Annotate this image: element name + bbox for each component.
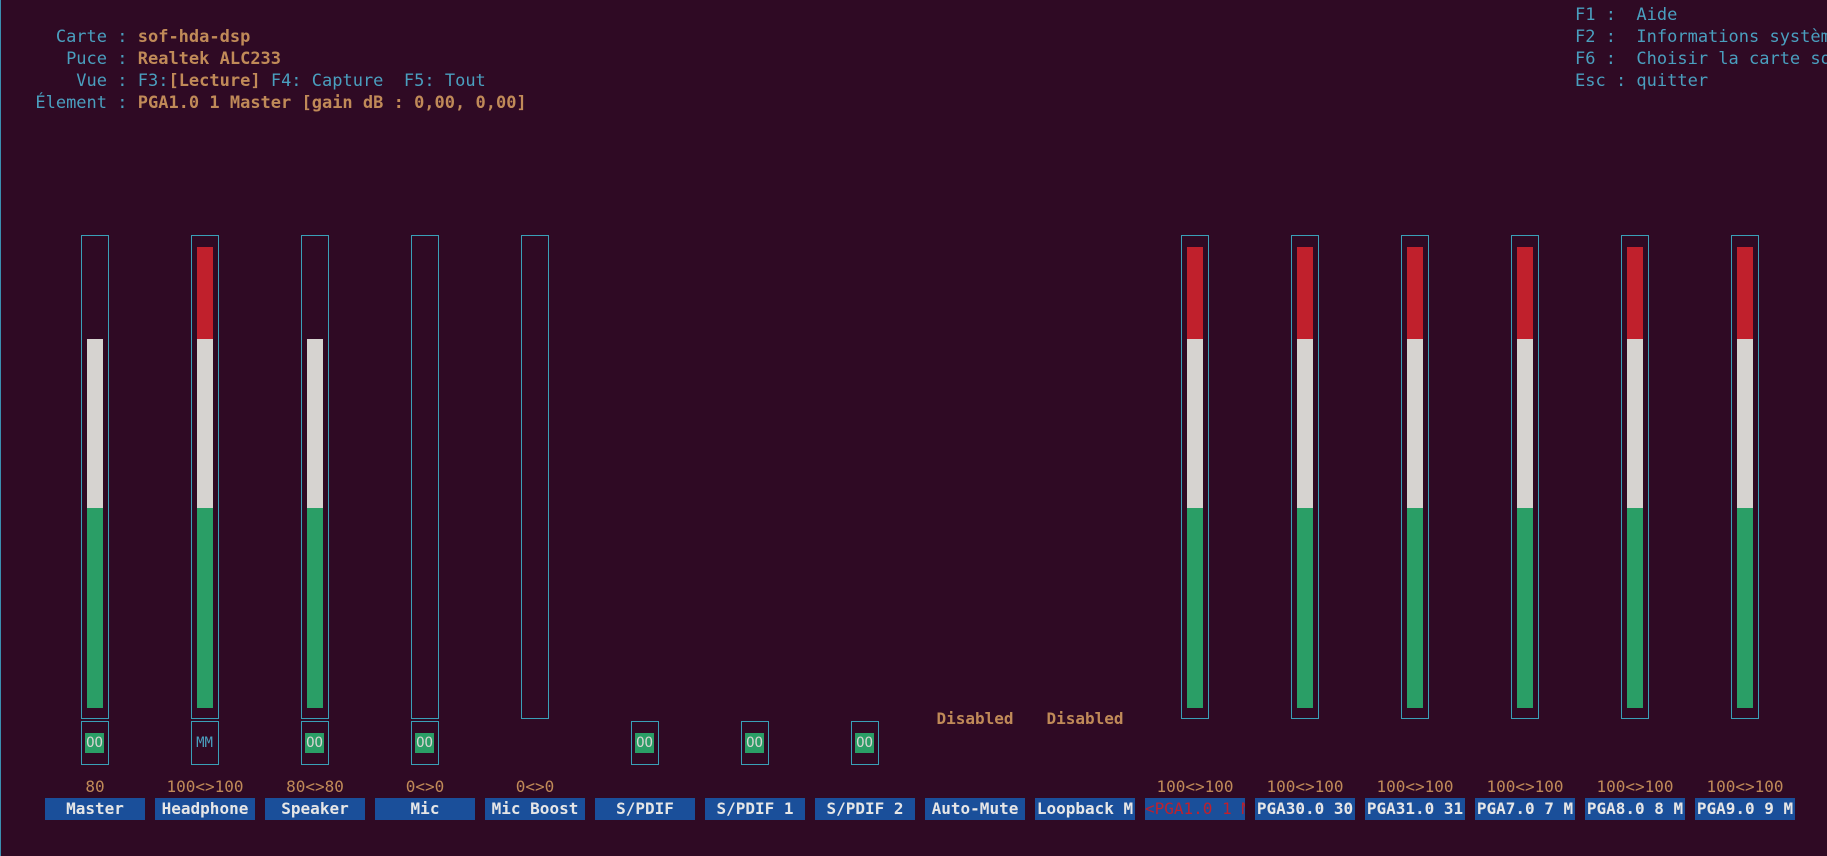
switch-state: MM	[196, 735, 213, 751]
meter-red-segment	[1627, 247, 1643, 340]
volume-meter-pga8-0-8-m[interactable]	[1621, 235, 1649, 719]
switch-master[interactable]: OO	[81, 721, 109, 765]
meter-green-segment	[87, 508, 103, 708]
meter-white-segment	[1737, 339, 1753, 509]
channel-label-pga9-0-9-m[interactable]: PGA9.0 9 M	[1695, 798, 1795, 820]
volume-value-speaker: 80<>80	[286, 777, 344, 796]
volume-fill	[527, 246, 543, 708]
volume-value-pga31-0-31: 100<>100	[1376, 777, 1454, 796]
switch-state: OO	[635, 733, 654, 753]
meter-green-segment	[1517, 508, 1533, 708]
meter-white-segment	[1517, 339, 1533, 509]
meter-green-segment	[197, 508, 213, 708]
volume-value-master: 80	[85, 777, 105, 796]
element-label: Élement :	[35, 93, 128, 113]
channel-label-s-pdif[interactable]: S/PDIF	[595, 798, 695, 820]
volume-fill	[1297, 246, 1313, 708]
volume-fill	[197, 246, 213, 708]
volume-value-pga30-0-30: 100<>100	[1266, 777, 1344, 796]
channel-label-pga30-0-30[interactable]: PGA30.0 30	[1255, 798, 1355, 820]
volume-meter-pga1-0-1-m[interactable]	[1181, 235, 1209, 719]
volume-meter-headphone[interactable]	[191, 235, 219, 719]
channel-label-loopback-m[interactable]: Loopback M	[1035, 798, 1135, 820]
status-auto-mute[interactable]: Disabled	[920, 709, 1030, 728]
help-esc[interactable]: Esc : quitter	[1575, 70, 1708, 92]
channel-label-s-pdif-1[interactable]: S/PDIF 1	[705, 798, 805, 820]
volume-meter-mic-boost[interactable]	[521, 235, 549, 719]
volume-fill	[1737, 246, 1753, 708]
meter-red-segment	[1737, 247, 1753, 340]
volume-meter-pga30-0-30[interactable]	[1291, 235, 1319, 719]
switch-s-pdif-1[interactable]: OO	[741, 721, 769, 765]
channel-label-pga7-0-7-m[interactable]: PGA7.0 7 M	[1475, 798, 1575, 820]
meter-white-segment	[197, 339, 213, 509]
channel-label-pga1-0-1-m[interactable]: <PGA1.0 1 M>	[1145, 798, 1245, 820]
channel-label-auto-mute[interactable]: Auto-Mute	[925, 798, 1025, 820]
channel-label-s-pdif-2[interactable]: S/PDIF 2	[815, 798, 915, 820]
channel-label-headphone[interactable]: Headphone	[155, 798, 255, 820]
volume-meter-mic[interactable]	[411, 235, 439, 719]
meter-white-segment	[1627, 339, 1643, 509]
volume-fill	[1627, 246, 1643, 708]
switch-mic[interactable]: OO	[411, 721, 439, 765]
meter-red-segment	[1517, 247, 1533, 340]
meter-green-segment	[1737, 508, 1753, 708]
volume-value-mic: 0<>0	[405, 777, 445, 796]
status-loopback-m[interactable]: Disabled	[1030, 709, 1140, 728]
element-line: Élement : PGA1.0 1 Master [gain dB : 0,0…	[14, 70, 527, 114]
switch-s-pdif[interactable]: OO	[631, 721, 659, 765]
terminal-border	[0, 0, 1, 856]
volume-value-mic-boost: 0<>0	[515, 777, 555, 796]
volume-value-pga8-0-8-m: 100<>100	[1596, 777, 1674, 796]
element-value: PGA1.0 1 Master [gain dB : 0,00, 0,00]	[137, 93, 527, 113]
help-f6[interactable]: F6 : Choisir la carte so	[1575, 48, 1827, 70]
meter-red-segment	[197, 247, 213, 340]
volume-meter-master[interactable]	[81, 235, 109, 719]
volume-value-pga9-0-9-m: 100<>100	[1706, 777, 1784, 796]
switch-state: OO	[85, 733, 104, 753]
meter-green-segment	[1627, 508, 1643, 708]
meter-white-segment	[1297, 339, 1313, 509]
channel-label-mic[interactable]: Mic	[375, 798, 475, 820]
switch-headphone[interactable]: MM	[191, 721, 219, 765]
channel-label-master[interactable]: Master	[45, 798, 145, 820]
volume-fill	[1407, 246, 1423, 708]
volume-fill	[307, 246, 323, 708]
volume-meter-pga31-0-31[interactable]	[1401, 235, 1429, 719]
meter-green-segment	[1187, 508, 1203, 708]
meter-green-segment	[307, 508, 323, 708]
meter-green-segment	[1297, 508, 1313, 708]
channel-label-mic-boost[interactable]: Mic Boost	[485, 798, 585, 820]
volume-meter-pga7-0-7-m[interactable]	[1511, 235, 1539, 719]
channel-label-pga8-0-8-m[interactable]: PGA8.0 8 M	[1585, 798, 1685, 820]
switch-speaker[interactable]: OO	[301, 721, 329, 765]
meter-red-segment	[1297, 247, 1313, 340]
volume-value-pga1-0-1-m: 100<>100	[1156, 777, 1234, 796]
help-f2[interactable]: F2 : Informations systèm	[1575, 26, 1827, 48]
switch-state: OO	[415, 733, 434, 753]
switch-s-pdif-2[interactable]: OO	[851, 721, 879, 765]
meter-white-segment	[307, 339, 323, 509]
channel-label-speaker[interactable]: Speaker	[265, 798, 365, 820]
volume-meter-speaker[interactable]	[301, 235, 329, 719]
meter-red-segment	[1187, 247, 1203, 340]
help-f1[interactable]: F1 : Aide	[1575, 4, 1677, 26]
switch-state: OO	[855, 733, 874, 753]
volume-meter-pga9-0-9-m[interactable]	[1731, 235, 1759, 719]
volume-fill	[417, 246, 433, 708]
volume-fill	[87, 246, 103, 708]
meter-white-segment	[87, 339, 103, 509]
volume-value-headphone: 100<>100	[166, 777, 244, 796]
volume-fill	[1517, 246, 1533, 708]
switch-state: OO	[745, 733, 764, 753]
meter-red-segment	[1407, 247, 1423, 340]
volume-fill	[1187, 246, 1203, 708]
volume-value-pga7-0-7-m: 100<>100	[1486, 777, 1564, 796]
meter-green-segment	[1407, 508, 1423, 708]
meter-white-segment	[1187, 339, 1203, 509]
meter-white-segment	[1407, 339, 1423, 509]
channel-label-pga31-0-31[interactable]: PGA31.0 31	[1365, 798, 1465, 820]
switch-state: OO	[305, 733, 324, 753]
